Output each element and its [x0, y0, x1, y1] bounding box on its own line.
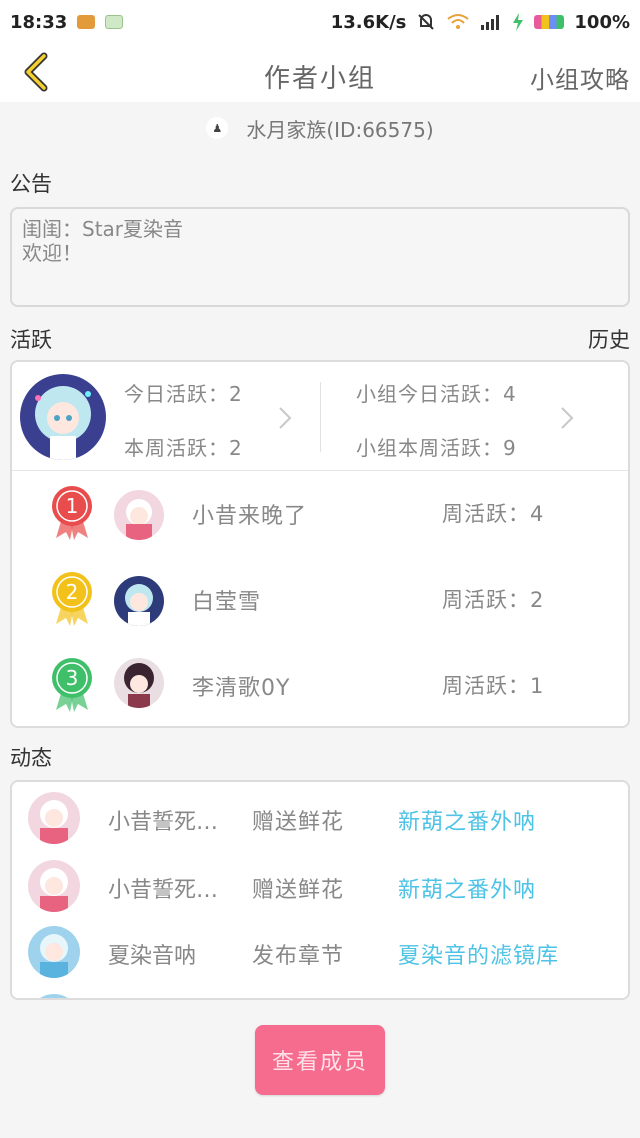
member-name: 李清歌0Y: [192, 676, 291, 701]
avatar[interactable]: [28, 860, 80, 912]
svg-text:3: 3: [66, 666, 79, 690]
chevron-right-icon[interactable]: [558, 404, 576, 432]
avatar: [28, 994, 80, 998]
network-speed: 13.6K/s: [330, 11, 407, 33]
notice-line: 闺闺：Star夏染音: [22, 217, 184, 241]
battery-level: 100%: [574, 11, 630, 33]
action-text: 赠送鲜花: [252, 810, 345, 835]
status-bar: 18:33 13.6K/s 100%: [0, 0, 640, 44]
avatar[interactable]: [28, 792, 80, 844]
week-activity: 本周活跃：2: [124, 436, 243, 460]
signal-icon: [481, 15, 500, 30]
avatar[interactable]: [114, 490, 164, 540]
charging-icon: [513, 13, 524, 31]
wifi-icon: [447, 14, 470, 29]
activity-card: 今日活跃：2 本周活跃：2 小组今日活跃：4 小组本周活跃：9 1 小昔来晚了 …: [10, 360, 630, 728]
member-name: 白莹雪: [192, 590, 262, 615]
list-item[interactable]: 夏染音呐 发布章节 夏染音的滤镜库: [12, 922, 628, 982]
notice-heading: 公告: [10, 172, 52, 196]
action-text: 发布章节: [252, 944, 345, 969]
svg-text:1: 1: [66, 494, 79, 518]
member-name: 小昔誓死…: [108, 878, 219, 903]
notice-line: 欢迎！: [22, 241, 82, 265]
dynamics-heading: 动态: [10, 746, 52, 770]
avatar[interactable]: [114, 576, 164, 626]
weekly-activity: 周活跃：2: [442, 588, 545, 612]
family-info: ♟ 水月家族(ID:66575): [0, 110, 640, 146]
member-name: 小昔来晚了: [192, 504, 308, 529]
work-link[interactable]: 新葫之番外呐: [398, 872, 536, 904]
member-name: 小昔誓死…: [108, 810, 219, 835]
divider: [320, 382, 321, 452]
status-time: 18:33: [10, 11, 68, 33]
dynamics-card: 小昔誓死… 赠送鲜花 新葫之番外呐 小昔誓死… 赠送鲜花 新葫之番外呐 夏染音呐…: [10, 780, 630, 1000]
activity-heading: 活跃: [10, 328, 52, 352]
work-link[interactable]: 夏染音的滤镜库: [398, 938, 559, 970]
avatar[interactable]: [114, 658, 164, 708]
group-week-activity: 小组本周活跃：9: [356, 436, 517, 460]
divider: [12, 470, 628, 471]
medal-icon: 2: [52, 572, 92, 626]
android-icon: [105, 15, 124, 29]
avatar[interactable]: [28, 926, 80, 978]
action-text: 赠送鲜花: [252, 878, 345, 903]
today-activity: 今日活跃：2: [124, 382, 243, 406]
work-link[interactable]: 新葫之番外呐: [398, 804, 536, 836]
ranking-row[interactable]: 1 小昔来晚了 周活跃：4: [12, 480, 632, 550]
medal-icon: 3: [52, 658, 92, 712]
group-icon: ♟: [206, 117, 229, 139]
header-bar: 作者小组 小组攻略: [0, 44, 640, 102]
svg-text:2: 2: [66, 580, 79, 604]
group-guide-link[interactable]: 小组攻略: [530, 60, 630, 95]
mute-icon: [418, 14, 435, 30]
history-link[interactable]: 历史: [588, 324, 630, 354]
ranking-row[interactable]: 2 白莹雪 周活跃：2: [12, 566, 632, 636]
list-item[interactable]: 小昔誓死… 赠送鲜花 新葫之番外呐: [12, 788, 628, 848]
battery-icon: [534, 15, 565, 29]
medal-icon: 1: [52, 486, 92, 540]
avatar[interactable]: [20, 374, 106, 460]
weekly-activity: 周活跃：4: [442, 502, 545, 526]
family-label: 水月家族(ID:66575): [246, 117, 434, 142]
member-name: 夏染音呐: [108, 944, 197, 969]
notification-app-icon: [77, 15, 96, 29]
view-members-button[interactable]: 查看成员: [255, 1025, 385, 1095]
chevron-right-icon[interactable]: [276, 404, 294, 432]
ranking-row[interactable]: 3 李清歌0Y 周活跃：1: [12, 652, 632, 722]
weekly-activity: 周活跃：1: [442, 674, 545, 698]
group-today-activity: 小组今日活跃：4: [356, 382, 517, 406]
notice-box[interactable]: 闺闺：Star夏染音 欢迎！: [10, 207, 630, 307]
list-item[interactable]: 小昔誓死… 赠送鲜花 新葫之番外呐: [12, 856, 628, 916]
